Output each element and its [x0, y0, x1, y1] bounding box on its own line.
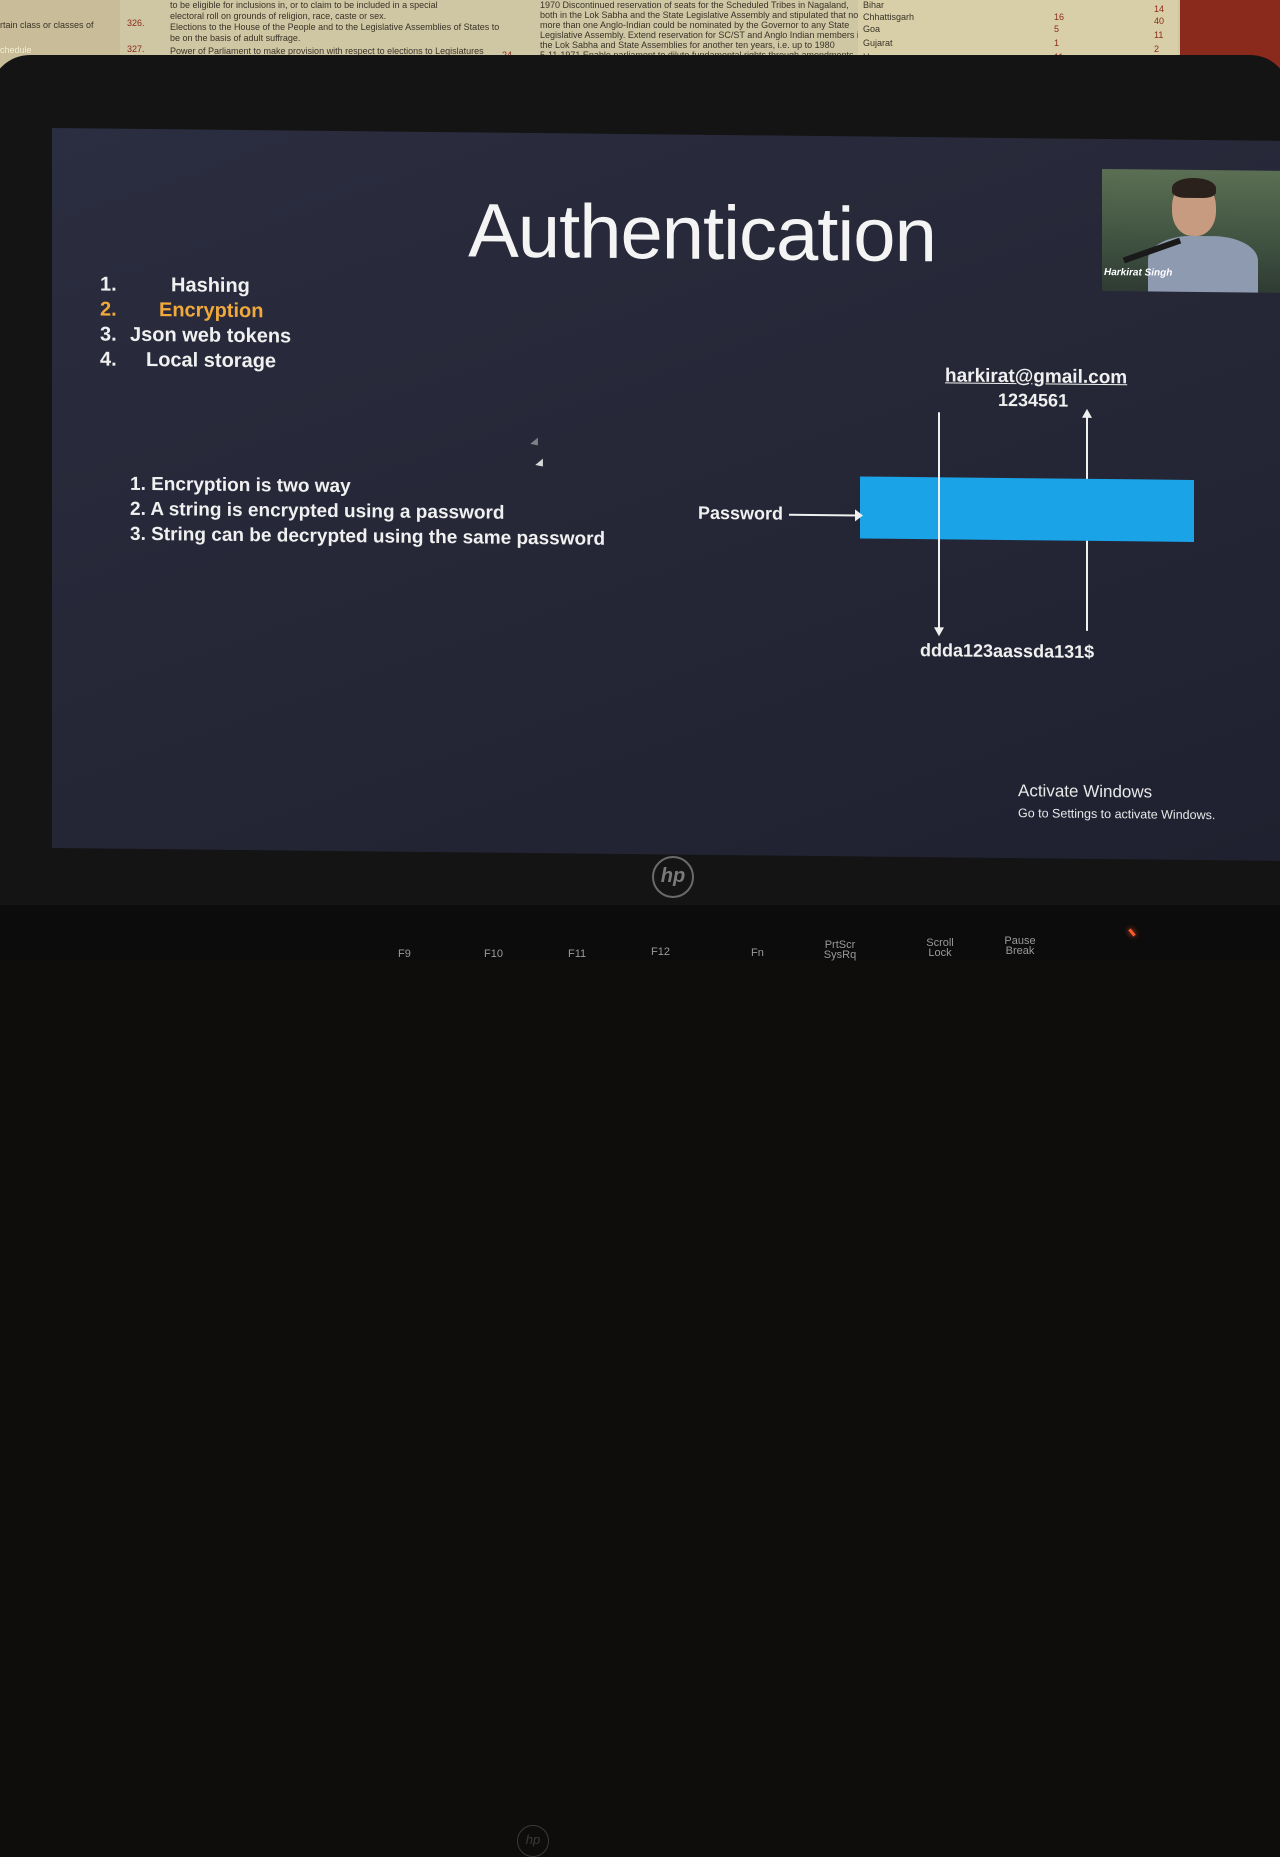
activate-subtitle: Go to Settings to activate Windows. [1018, 806, 1216, 823]
poster-state: Bihar [863, 0, 885, 10]
laptop-screen: Authentication 1. Hashing 2. Encryption … [52, 128, 1280, 861]
activate-windows-watermark: Activate Windows Go to Settings to activ… [1018, 781, 1215, 822]
key-pause-break[interactable]: Pause Break [1000, 936, 1040, 957]
keyboard: hp F9 F10 F11 F12 Fn PrtScr SysRq Scroll… [0, 905, 1280, 1857]
password-label: Password [698, 502, 784, 524]
key-fn[interactable]: Fn [751, 948, 764, 959]
webcam-overlay: Harkirat Singh [1102, 168, 1280, 293]
encrypt-line [938, 412, 940, 631]
poster-text: Elections to the House of the People and… [170, 22, 500, 32]
activate-title: Activate Windows [1018, 781, 1153, 802]
down-arrow-icon [934, 627, 944, 637]
cursor-icon [535, 458, 547, 470]
poster-state: Gujarat [863, 38, 893, 48]
topic-label: Local storage [146, 348, 277, 373]
slide-title: Authentication [468, 188, 936, 279]
encryption-points: 1. Encryption is two way 2. A string is … [130, 474, 605, 554]
key-f9[interactable]: F9 [398, 949, 411, 960]
topic-number: 4. [100, 348, 117, 371]
poster-text: electoral roll on grounds of religion, r… [170, 11, 387, 21]
topic-label: Json web tokens [130, 323, 292, 348]
topic-label: Encryption [159, 299, 264, 323]
poster-value: 16 [1054, 12, 1065, 22]
presenter-hair [1172, 177, 1216, 199]
key-prtscr[interactable]: PrtScr SysRq [820, 940, 860, 961]
poster-text: to be eligible for inclusions in, or to … [170, 0, 438, 10]
poster-text: be on the basis of adult suffrage. [170, 33, 301, 43]
topic-number: 1. [100, 273, 117, 296]
poster-state: Chhattisgarh [863, 12, 915, 22]
cursor-icon [530, 437, 542, 449]
key-f10[interactable]: F10 [484, 949, 503, 960]
poster-value: 14 [1154, 4, 1165, 14]
poster-value: 1 [1054, 38, 1060, 48]
key-scroll-lock[interactable]: Scroll Lock [920, 938, 960, 959]
poster-number: 326. [127, 18, 145, 28]
diagram-email: harkirat@gmail.com [945, 365, 1128, 389]
poster-value: 2 [1154, 44, 1160, 54]
poster-text: rtain class or classes of [0, 20, 94, 30]
point-item: 3. String can be decrypted using the sam… [130, 523, 606, 550]
key-f12[interactable]: F12 [651, 947, 670, 958]
topic-number: 3. [100, 323, 117, 346]
password-arrow-line [789, 513, 859, 517]
topic-label: Hashing [171, 274, 250, 298]
poster-value: 11 [1154, 30, 1164, 40]
right-arrow-icon [855, 509, 863, 522]
topic-number: 2. [100, 298, 117, 321]
poster-number: 327. [127, 44, 145, 54]
encryption-box [860, 476, 1194, 542]
status-led [1128, 928, 1136, 937]
keyboard-hp-logo-icon: hp [517, 1825, 549, 1857]
ciphertext: ddda123aassda131$ [920, 640, 1095, 662]
diagram-pin: 1234561 [998, 389, 1069, 411]
key-f11[interactable]: F11 [568, 949, 586, 960]
poster-value: 40 [1154, 16, 1165, 26]
poster-value: 5 [1054, 24, 1060, 34]
hp-logo-icon: hp [652, 856, 694, 898]
presenter-name: Harkirat Singh [1104, 267, 1173, 279]
poster-state: Goa [863, 24, 881, 34]
